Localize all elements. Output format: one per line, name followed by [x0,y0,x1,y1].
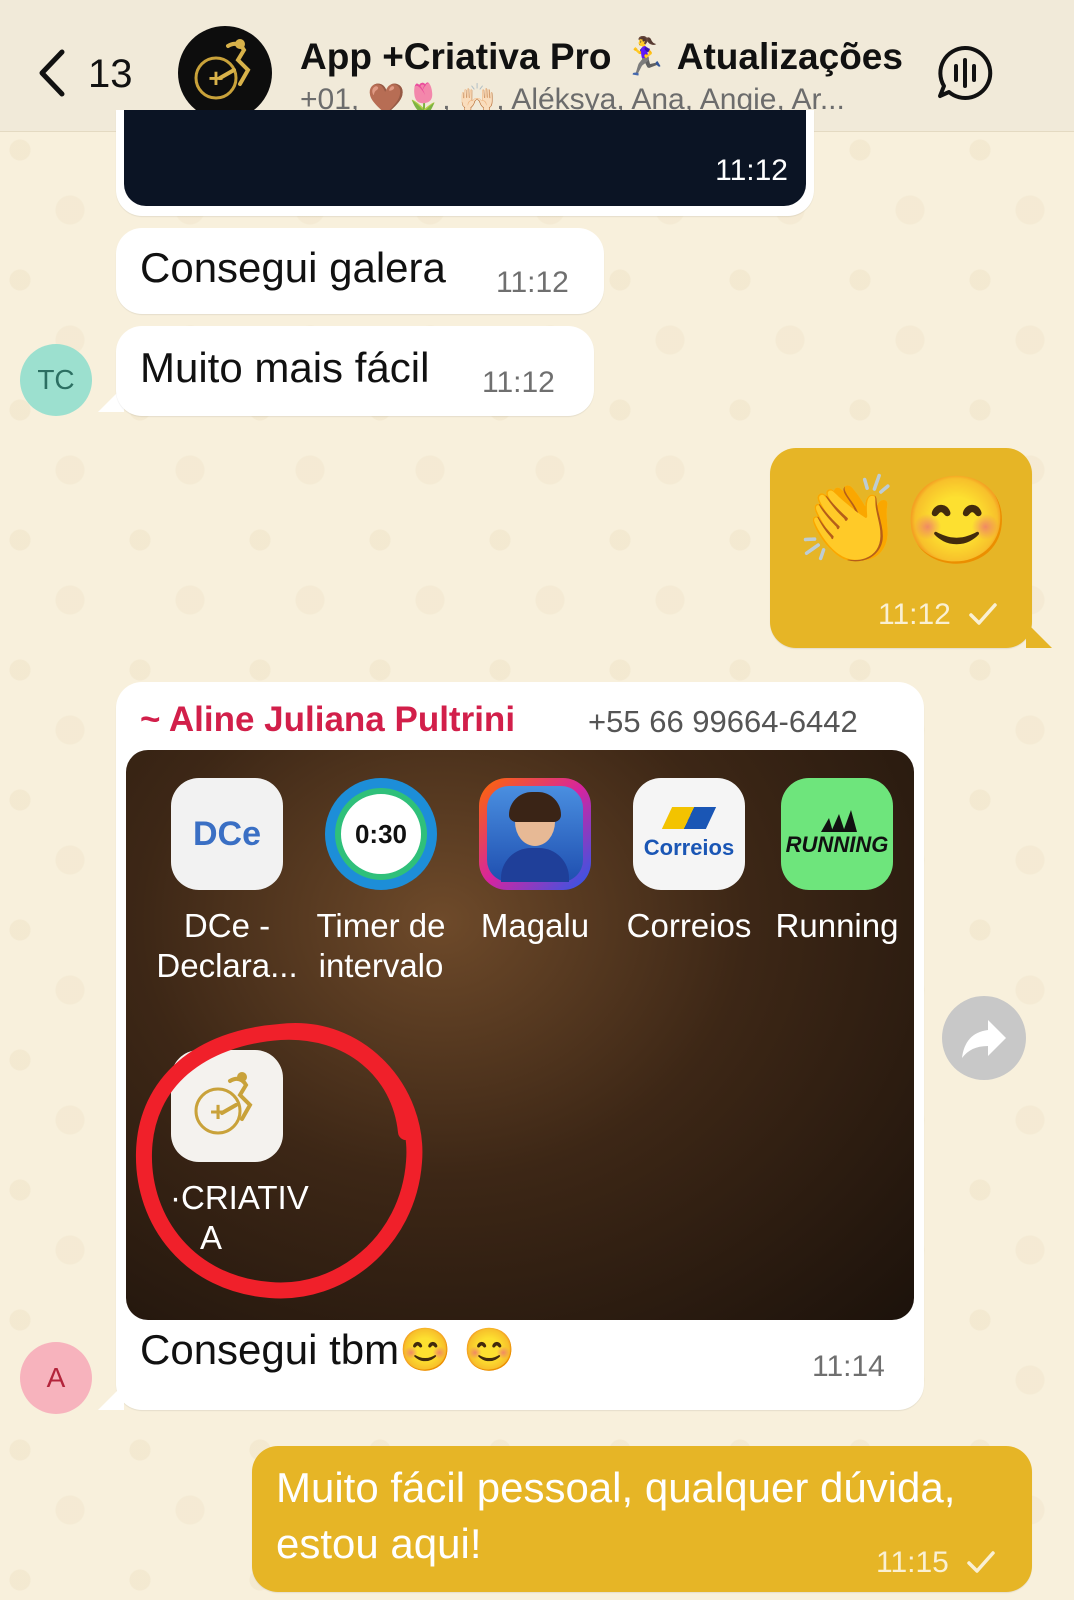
app-label: Declara... [156,947,298,984]
message-text: Muito fácil pessoal, qualquer dúvida, [276,1464,956,1511]
chevron-left-icon[interactable] [36,48,66,98]
message-time: 11:15 [876,1546,949,1579]
message-time: 11:14 [812,1350,885,1383]
group-call-icon[interactable] [936,44,994,102]
message-bubble[interactable]: Muito mais fácil 11:12 [116,326,594,416]
app-label: Timer de [316,907,446,944]
single-check-icon [969,603,997,625]
message-text: Consegui tbm😊 😊 [140,1326,516,1373]
sender-phone: +55 66 99664-6442 [588,704,858,739]
app-label: Running [775,907,899,944]
correios-icon: Correios [633,778,745,890]
outgoing-message-bubble[interactable]: Muito fácil pessoal, qualquer dúvida, es… [252,1446,1032,1592]
runner-logo-icon: + [194,39,251,100]
red-highlight-circle [135,1023,423,1299]
message-text: Consegui galera [140,244,446,291]
dce-icon: DCe [171,778,283,890]
app-correios: Correios Correios [614,778,764,946]
forward-arrow-icon [962,1020,1006,1058]
bubble-tail [98,1384,124,1410]
outgoing-message-bubble[interactable]: 👏😊 11:12 [770,448,1032,648]
attached-screenshot[interactable]: DCe DCe - Declara... 0:30 Timer de inter… [126,750,914,1320]
emoji-message: 👏😊 [796,473,1011,569]
magalu-avatar-icon [479,778,591,890]
group-title[interactable]: App +Criativa Pro 🏃‍♀️ Atualizações [300,36,920,79]
avatar[interactable]: A [20,1342,92,1414]
media-preview[interactable]: 11:12 [124,110,806,206]
message-bubble-with-image[interactable]: ~ Aline Juliana Pultrini +55 66 99664-64… [116,682,924,1410]
message-text: Muito mais fácil [140,344,430,391]
message-time: 11:12 [496,266,569,299]
app-timer: 0:30 Timer de intervalo [306,778,456,986]
group-avatar[interactable]: + [178,26,272,120]
message-time: 11:12 [715,154,788,187]
app-label: intervalo [318,947,444,984]
message-text: estou aqui! [276,1520,482,1567]
forward-button[interactable] [942,996,1026,1080]
sender-name[interactable]: ~ Aline Juliana Pultrini [140,700,515,740]
app-label: Correios [626,907,752,944]
app-label: DCe - [183,907,271,944]
timer-icon: 0:30 [325,778,437,890]
app-running: RUNNING Running [762,778,912,946]
app-dce: DCe DCe - Declara... [152,778,302,986]
message-time: 11:12 [878,598,951,631]
single-check-icon [967,1551,995,1573]
unread-count[interactable]: 13 [88,52,133,97]
app-label: Magalu [480,907,590,944]
running-icon: RUNNING [781,778,893,890]
app-magalu: Magalu [460,778,610,946]
message-time: 11:12 [482,366,555,399]
avatar[interactable]: TC [20,344,92,416]
bubble-tail [1026,622,1052,648]
message-bubble[interactable]: Consegui galera 11:12 [116,228,604,314]
